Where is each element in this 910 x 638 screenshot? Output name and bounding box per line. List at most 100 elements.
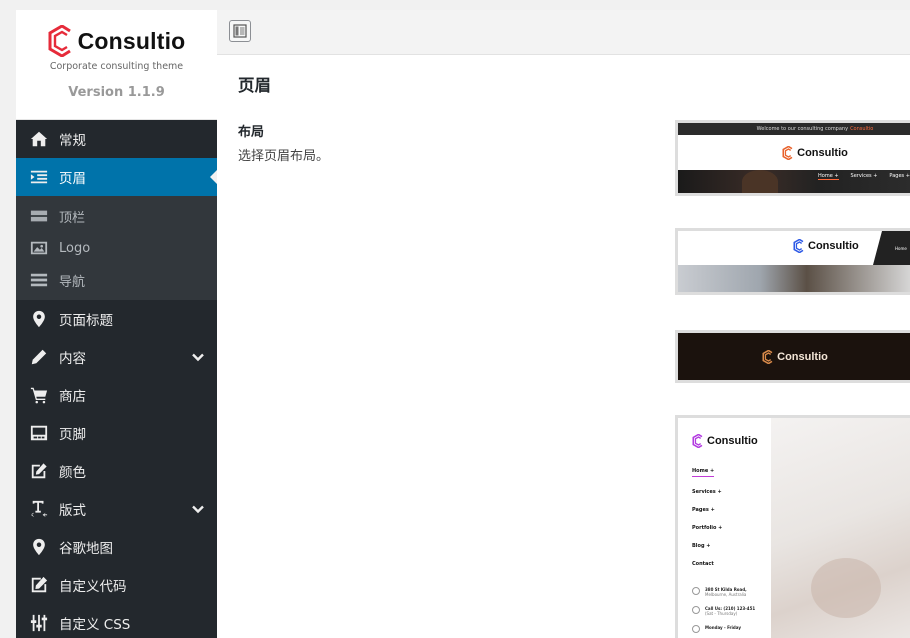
sidebar-item-page-title[interactable]: 页面标题 bbox=[16, 300, 217, 338]
options-topbar bbox=[217, 10, 910, 55]
header-layout-option-4[interactable]: Consultio Home + Services + Pages + Port… bbox=[675, 415, 910, 638]
sidebar-item-label: 谷歌地图 bbox=[59, 541, 113, 557]
phone-icon bbox=[692, 606, 700, 614]
preview-nav-item: Pages + bbox=[692, 507, 715, 513]
sidebar-item-label: 颜色 bbox=[59, 465, 86, 481]
brand-logo: Consultio bbox=[16, 24, 217, 58]
submenu-item-label: Logo bbox=[59, 240, 91, 256]
sidebar-item-label: 自定义代码 bbox=[59, 579, 127, 595]
preview-photo bbox=[742, 170, 778, 193]
sidebar-item-shop[interactable]: 商店 bbox=[16, 376, 217, 414]
preview-contact-info: 380 St Kilda Road, Melbourne, Australia … bbox=[692, 587, 771, 633]
image-icon bbox=[29, 238, 49, 258]
sidebar-item-label: 版式 bbox=[59, 503, 86, 519]
consultio-logo-icon bbox=[762, 349, 773, 364]
preview-logo: Consultio bbox=[782, 145, 848, 160]
preview-header: Consultio Home bbox=[678, 231, 910, 265]
header-submenu: 顶栏 Logo 导航 bbox=[16, 196, 217, 300]
submenu-item-topbar[interactable]: 顶栏 bbox=[16, 200, 217, 232]
sidebar-item-footer[interactable]: 页脚 bbox=[16, 414, 217, 452]
preview-dark-header: Consultio bbox=[678, 333, 910, 380]
consultio-logo-icon bbox=[782, 145, 793, 160]
sidebar-item-content[interactable]: 内容 bbox=[16, 338, 217, 376]
typography-icon bbox=[29, 499, 49, 519]
layout-field-description: 选择页眉布局。 bbox=[238, 149, 330, 164]
preview-nav: Home + Services + Pages + bbox=[818, 173, 910, 180]
sidebar-item-label: 自定义 CSS bbox=[59, 617, 131, 633]
preview-photo-detail bbox=[811, 558, 881, 618]
preview-nav: Home + Services + Pages + Portfolio + Bl… bbox=[692, 468, 771, 579]
menu-icon bbox=[29, 270, 49, 290]
sidebar-item-label: 页面标题 bbox=[59, 313, 113, 329]
layout-field-label: 布局 bbox=[238, 125, 265, 140]
preview-logo: Consultio bbox=[692, 434, 771, 448]
submenu-item-label: 导航 bbox=[59, 274, 86, 290]
footer-icon bbox=[29, 423, 49, 443]
sidebar-item-typography[interactable]: 版式 bbox=[16, 490, 217, 528]
sliders-icon bbox=[29, 613, 49, 633]
location-icon bbox=[692, 587, 700, 595]
consultio-logo-icon bbox=[48, 25, 71, 57]
cart-icon bbox=[29, 385, 49, 405]
preview-logo: Consultio bbox=[793, 239, 859, 253]
preview-topbar: Welcome to our consulting company Consul… bbox=[678, 123, 910, 135]
preview-nav-item: Home + bbox=[818, 173, 839, 180]
preview-nav-bar: Home + Services + Pages + bbox=[678, 170, 910, 193]
submenu-item-navigation[interactable]: 导航 bbox=[16, 264, 217, 296]
home-icon bbox=[29, 129, 49, 149]
options-panel: 页眉 布局 选择页眉布局。 Welcome to our consulting … bbox=[217, 55, 910, 638]
submenu-item-logo[interactable]: Logo bbox=[16, 232, 217, 264]
header-layout-option-1[interactable]: Welcome to our consulting company Consul… bbox=[675, 120, 910, 196]
contact-line: Melbourne, Australia bbox=[705, 592, 747, 597]
sidebar-item-colors[interactable]: 颜色 bbox=[16, 452, 217, 490]
preview-nav-item: Contact bbox=[692, 561, 714, 567]
preview-nav-item: Blog + bbox=[692, 543, 711, 549]
sidebar-item-google-maps[interactable]: 谷歌地图 bbox=[16, 528, 217, 566]
location-pin-icon bbox=[29, 309, 49, 329]
contact-line: Monday - Friday bbox=[705, 625, 741, 630]
brand-header: Consultio Corporate consulting theme Ver… bbox=[16, 10, 217, 120]
location-pin-icon bbox=[29, 537, 49, 557]
sidebar-item-label: 内容 bbox=[59, 351, 86, 367]
expand-toggle-button[interactable] bbox=[229, 20, 251, 42]
sidebar-item-label: 常规 bbox=[59, 133, 86, 149]
consultio-logo-icon bbox=[793, 239, 804, 253]
sidebar-item-label: 页眉 bbox=[59, 171, 86, 187]
edit-box-icon bbox=[29, 575, 49, 595]
preview-welcome-highlight: Consultio bbox=[850, 126, 874, 132]
pencil-icon bbox=[29, 347, 49, 367]
preview-nav-item: Services + bbox=[850, 173, 878, 179]
preview-nav-item: Home + bbox=[692, 468, 715, 477]
preview-nav-item: Portfolio + bbox=[692, 525, 723, 531]
preview-photo bbox=[678, 265, 910, 292]
sidebar-item-label: 商店 bbox=[59, 389, 86, 405]
options-sidebar: Consultio Corporate consulting theme Ver… bbox=[16, 10, 217, 638]
brand-name: Consultio bbox=[77, 27, 186, 54]
sidebar-item-header[interactable]: 页眉 bbox=[16, 158, 217, 196]
sidebar-item-general[interactable]: 常规 bbox=[16, 120, 217, 158]
chevron-down-icon[interactable] bbox=[191, 350, 205, 364]
preview-contact-row: Monday - Friday bbox=[692, 625, 771, 633]
brand-tagline: Corporate consulting theme bbox=[49, 61, 184, 72]
sidebar-item-custom-code[interactable]: 自定义代码 bbox=[16, 566, 217, 604]
preview-logo-row: Consultio bbox=[678, 135, 910, 170]
preview-nav-item: Home bbox=[895, 246, 907, 251]
clock-icon bbox=[692, 625, 700, 633]
header-layout-option-2[interactable]: Consultio Home bbox=[675, 228, 910, 295]
preview-welcome-text: Welcome to our consulting company bbox=[756, 126, 849, 132]
chevron-down-icon[interactable] bbox=[191, 502, 205, 516]
preview-contact-row: 380 St Kilda Road, Melbourne, Australia bbox=[692, 587, 771, 597]
submenu-item-label: 顶栏 bbox=[59, 210, 86, 226]
header-icon bbox=[29, 167, 49, 187]
layout-icon bbox=[233, 24, 247, 38]
preview-photo bbox=[771, 418, 910, 638]
page-title: 页眉 bbox=[238, 76, 271, 95]
sidebar-item-label: 页脚 bbox=[59, 427, 86, 443]
preview-dark-panel: Home bbox=[873, 231, 910, 265]
header-layout-option-3[interactable]: Consultio bbox=[675, 330, 910, 383]
topbar-icon bbox=[29, 206, 49, 226]
preview-side-header: Consultio Home + Services + Pages + Port… bbox=[678, 418, 771, 638]
sidebar-item-custom-css[interactable]: 自定义 CSS bbox=[16, 604, 217, 638]
preview-nav-item: Services + bbox=[692, 489, 722, 495]
preview-logo: Consultio bbox=[762, 349, 828, 364]
